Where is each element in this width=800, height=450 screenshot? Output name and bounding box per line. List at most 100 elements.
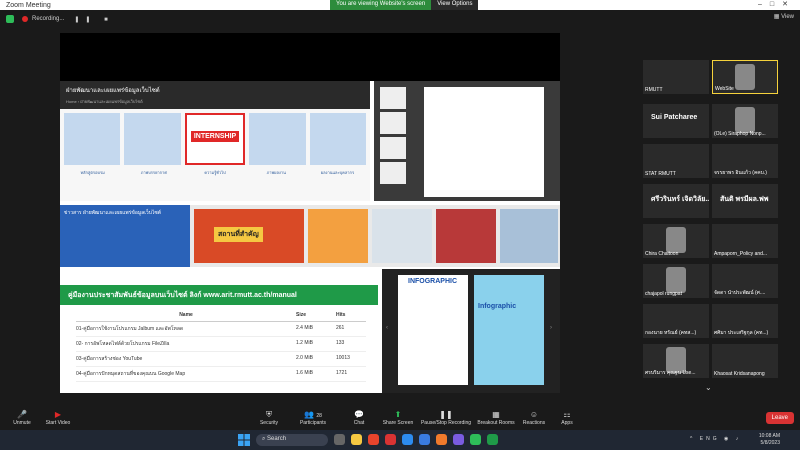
- share-screen-button[interactable]: ⬆ Share Screen: [376, 410, 420, 426]
- participant-name: ศรีวรินทร์ เจิดวิลัย...: [651, 196, 709, 203]
- participant-tile[interactable]: STAT RMUTT: [643, 144, 709, 178]
- participant-tile[interactable]: RMUTT: [643, 60, 709, 94]
- participant-tile[interactable]: กองนาย หรัณย์ (คทส...): [643, 304, 709, 338]
- event-label: สถานที่สำคัญ: [214, 227, 263, 242]
- news-image: [308, 209, 368, 263]
- zoom-icon[interactable]: [419, 434, 430, 445]
- apps-icon: ⚏: [563, 410, 571, 419]
- task-view-icon[interactable]: [334, 434, 345, 445]
- window-title: Zoom Meeting: [6, 1, 51, 9]
- view-button[interactable]: ▦ View: [774, 13, 794, 20]
- table-row[interactable]: 04-คู่มือการปักหมุดสถานที่ของคุณบน Googl…: [76, 367, 366, 382]
- avatar: [735, 64, 755, 90]
- participants-label: Participants: [299, 420, 327, 426]
- participant-tile[interactable]: ศรบริมาร คุณฐน Use...: [643, 344, 709, 378]
- share-screen-label: Share Screen: [382, 420, 414, 426]
- site-header: ฝ่ายพัฒนาและเผยแพร่ข้อมูลเว็บไซต์ Home ›…: [60, 81, 370, 109]
- manual-panel: คู่มืองานประชาสัมพันธ์ข้อมูลบนเว็บไซต์ ล…: [60, 285, 378, 393]
- pause-recording-button[interactable]: ❚❚ Pause/Stop Recording: [420, 410, 472, 426]
- browser-icon[interactable]: [368, 434, 379, 445]
- file-explorer-icon[interactable]: [351, 434, 362, 445]
- edge-icon[interactable]: [402, 434, 413, 445]
- participant-tile-active[interactable]: WebSite: [712, 60, 778, 94]
- participant-name: Chira Chaitoon: [645, 251, 679, 257]
- view-options-button[interactable]: View Options: [431, 0, 479, 10]
- participant-tile[interactable]: Khaosat Kridsanapong: [712, 344, 778, 378]
- line-icon[interactable]: [470, 434, 481, 445]
- table-row[interactable]: 03-คู่มือการสร้างช่อง YouTube 2.0 MiB 10…: [76, 352, 366, 367]
- unmute-label: Unmute: [13, 420, 31, 426]
- security-button[interactable]: ⛨ Security: [247, 410, 291, 426]
- windows-start-icon[interactable]: [238, 434, 250, 446]
- card-label: หลักสูตรอบรม: [80, 170, 105, 175]
- share-banner-message: You are viewing Website's screen: [330, 0, 432, 10]
- participant-tile[interactable]: ศรีวรินทร์ เจิดวิลัย...: [643, 184, 709, 218]
- shield-icon[interactable]: [6, 15, 14, 23]
- participant-tile[interactable]: chajapol rungpat: [643, 264, 709, 298]
- participant-name: RMUTT: [645, 87, 663, 93]
- participant-tile[interactable]: จัดดา นำประพัฒน์ (ศ....: [712, 264, 778, 298]
- participant-tile[interactable]: Sui Patcharee: [643, 104, 709, 138]
- app-icon[interactable]: [436, 434, 447, 445]
- excel-icon[interactable]: [487, 434, 498, 445]
- chevron-down-icon[interactable]: ⌄: [705, 383, 712, 392]
- meeting-toolbar: 🎤 Unmute ▶ Start Video ⛨ Security 👥 28 Parti…: [0, 406, 800, 430]
- chevron-right-icon[interactable]: ›: [550, 325, 552, 331]
- participant-name: ศรบริมาร คุณฐน Use...: [645, 370, 696, 376]
- taskbar-search[interactable]: ⌕ Search: [256, 434, 328, 446]
- participant-name: Khaosat Kridsanapong: [714, 371, 765, 377]
- website-panel: ฝ่ายพัฒนาและเผยแพร่ข้อมูลเว็บไซต์ Home ›…: [60, 81, 370, 201]
- recording-controls[interactable]: ❚❚ ■: [74, 16, 113, 23]
- clock-time: 10:08 AM: [758, 433, 780, 439]
- participant-name: WebSite: [715, 86, 734, 92]
- site-card: [64, 113, 121, 165]
- clock[interactable]: 10:08 AM 5/8/2023: [759, 433, 780, 447]
- start-video-button[interactable]: ▶ Start Video: [36, 410, 80, 426]
- apps-button[interactable]: ⚏ Apps: [545, 410, 589, 426]
- row-hits: 10013: [336, 355, 350, 361]
- app-icon[interactable]: [385, 434, 396, 445]
- participant-name: จัดดา นำประพัฒน์ (ศ....: [714, 290, 766, 296]
- site-breadcrumb: Home › ฝ่ายพัฒนาและเผยแพร่ข้อมูลเว็บไซต์: [66, 99, 143, 104]
- window-controls[interactable]: –□✕: [758, 0, 796, 8]
- participant-tile[interactable]: Ampaporn_Policy and...: [712, 224, 778, 258]
- leave-button[interactable]: Leave: [765, 412, 794, 424]
- participants-button[interactable]: 👥 28 Participants: [291, 410, 335, 426]
- video-off-icon: ▶: [54, 410, 62, 419]
- record-dot-icon: [22, 16, 28, 22]
- participant-tile[interactable]: สันติ พรมีผล.ฟพ: [712, 184, 778, 218]
- share-banner: You are viewing Website's screen View Op…: [330, 0, 479, 10]
- participant-tile[interactable]: Chira Chaitoon: [643, 224, 709, 258]
- chat-button[interactable]: 💬 Chat: [337, 410, 381, 426]
- table-row[interactable]: 02- การอัพโหลดไฟล์ด้วยโปรแกรม FileZilla …: [76, 337, 366, 352]
- news-image: [500, 209, 558, 263]
- internship-badge: INTERNSHIP: [190, 131, 240, 142]
- infographic-subtitle: Infographic: [478, 303, 517, 310]
- shared-screen: ฝ่ายพัฒนาและเผยแพร่ข้อมูลเว็บไซต์ Home ›…: [60, 33, 560, 393]
- row-name: 02- การอัพโหลดไฟล์ด้วยโปรแกรม FileZilla: [76, 341, 170, 347]
- participant-name: จรรยาพร อินแก้ว (คคบ.): [714, 170, 767, 176]
- participant-tile[interactable]: (OLe) Siraphop Nonp...: [712, 104, 778, 138]
- participant-name: ศศิมา ประเสริฐกุล (คท...): [714, 330, 769, 336]
- app-icon[interactable]: [453, 434, 464, 445]
- participants-count: 28: [316, 413, 322, 419]
- participant-name: สันติ พรมีผล.ฟพ: [720, 196, 769, 203]
- row-size: 2.4 MiB: [296, 325, 313, 331]
- apps-label: Apps: [561, 420, 573, 426]
- infographic-title: INFOGRAPHIC: [408, 278, 457, 285]
- system-tray[interactable]: ^ ENG ◉ ♪: [690, 436, 741, 442]
- card-label: ความรู้ทั่วไป: [204, 170, 226, 175]
- site-card: [124, 113, 181, 165]
- news-panel: ข่าวสาร ฝ่ายพัฒนาและเผยแพร่ข้อมูลเว็บไซต…: [60, 205, 560, 267]
- table-row[interactable]: 01-คู่มือการใช้งานโปรแกรม Jalbum และอัพโ…: [76, 322, 366, 337]
- participant-tile[interactable]: จรรยาพร อินแก้ว (คคบ.): [712, 144, 778, 178]
- avatar: [735, 107, 755, 133]
- header-size: Size: [296, 312, 307, 318]
- participant-tile[interactable]: ศศิมา ประเสริฐกุล (คท...): [712, 304, 778, 338]
- chat-icon: 💬: [354, 410, 364, 419]
- chevron-left-icon[interactable]: ‹: [386, 325, 388, 331]
- row-name: 03-คู่มือการสร้างช่อง YouTube: [76, 356, 143, 362]
- row-size: 2.0 MiB: [296, 355, 313, 361]
- pause-icon: ❚❚: [439, 410, 453, 419]
- pdf-panel: [374, 81, 560, 201]
